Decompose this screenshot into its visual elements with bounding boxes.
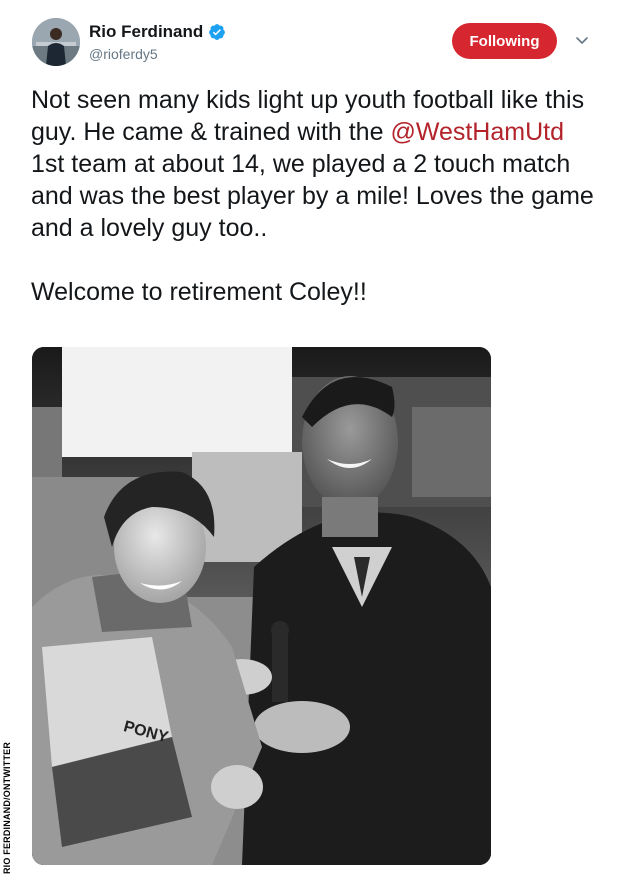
mention-link[interactable]: @WestHamUtd bbox=[390, 118, 564, 146]
user-handle[interactable]: @rioferdy5 bbox=[89, 46, 158, 62]
tweet-header: Rio Ferdinand @rioferdy5 Following bbox=[32, 18, 624, 74]
verified-badge-icon bbox=[209, 24, 226, 40]
name-row: Rio Ferdinand bbox=[89, 22, 226, 42]
tweet-paragraph-2: Welcome to retirement Coley!! bbox=[31, 278, 367, 306]
tweet-photo[interactable]: PONY bbox=[32, 347, 491, 865]
tweet-paragraph-1: Not seen many kids light up youth footba… bbox=[31, 84, 596, 244]
photo-credit: RIO FERDINAND/ONTWITTER bbox=[0, 738, 14, 878]
profile-avatar[interactable] bbox=[32, 18, 80, 66]
chevron-down-icon[interactable] bbox=[574, 32, 590, 48]
photo-credit-text: RIO FERDINAND/ONTWITTER bbox=[2, 741, 12, 875]
tweet-text-part: 1st team at about 14, we played a 2 touc… bbox=[31, 150, 594, 242]
photo-illustration: PONY bbox=[32, 347, 491, 865]
following-button[interactable]: Following bbox=[452, 23, 557, 59]
tweet-text: Not seen many kids light up youth footba… bbox=[31, 84, 596, 308]
display-name[interactable]: Rio Ferdinand bbox=[89, 22, 203, 42]
